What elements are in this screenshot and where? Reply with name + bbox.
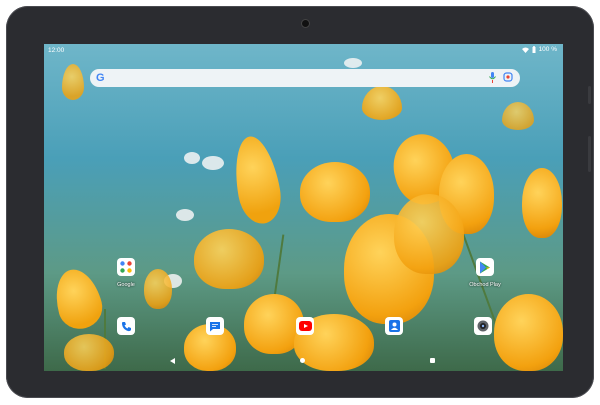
microphone-icon[interactable] (489, 72, 496, 83)
wallpaper-bud (502, 102, 534, 130)
google-lens-icon[interactable] (503, 72, 513, 82)
back-icon[interactable] (170, 358, 175, 364)
play-store-icon (480, 261, 490, 273)
recents-icon[interactable] (430, 358, 435, 363)
wallpaper-flower (144, 269, 172, 309)
google-folder-icon (120, 261, 132, 273)
wallpaper-bud (48, 264, 108, 334)
wallpaper-flower (300, 162, 370, 222)
wallpaper-bud (228, 133, 286, 227)
wallpaper-flower (194, 229, 264, 289)
wallpaper-bud (362, 86, 402, 120)
contacts-icon (388, 320, 400, 332)
dock-phone[interactable] (117, 317, 135, 335)
status-bar: 12:00 100 % (44, 44, 563, 58)
messages-icon (210, 321, 220, 331)
wallpaper-white-flower (176, 209, 194, 221)
wallpaper-white-flower (344, 58, 362, 68)
google-folder-label: Google (117, 282, 135, 288)
wallpaper-white-flower (202, 156, 224, 170)
phone-icon (121, 321, 131, 331)
camera-icon (477, 320, 489, 332)
wifi-icon (521, 47, 529, 53)
dock-youtube[interactable] (296, 317, 314, 335)
play-store-app[interactable] (476, 258, 494, 276)
wallpaper-flower (522, 168, 562, 238)
battery-percent: 100 % (538, 46, 557, 53)
wallpaper-white-flower (184, 152, 200, 164)
dock-messages[interactable] (206, 317, 224, 335)
play-store-label: Obchod Play (469, 282, 501, 288)
dock-camera[interactable] (474, 317, 492, 335)
youtube-icon (298, 321, 312, 331)
dock-contacts[interactable] (385, 317, 403, 335)
google-folder[interactable] (117, 258, 135, 276)
front-camera (302, 20, 309, 27)
power-button (588, 86, 591, 104)
wallpaper-bud (62, 64, 84, 100)
home-screen: 12:00 100 % G Google Obchod Play (44, 44, 563, 371)
google-search-bar[interactable]: G (90, 69, 520, 87)
tablet-device: 12:00 100 % G Google Obchod Play (6, 6, 594, 398)
status-icons: 100 % (521, 46, 557, 53)
status-time: 12:00 (48, 47, 65, 54)
home-icon[interactable] (300, 358, 305, 363)
google-logo: G (96, 72, 105, 84)
battery-icon (532, 46, 536, 53)
wallpaper-flower (394, 194, 464, 274)
volume-button (588, 136, 591, 172)
navigation-bar (44, 357, 563, 367)
